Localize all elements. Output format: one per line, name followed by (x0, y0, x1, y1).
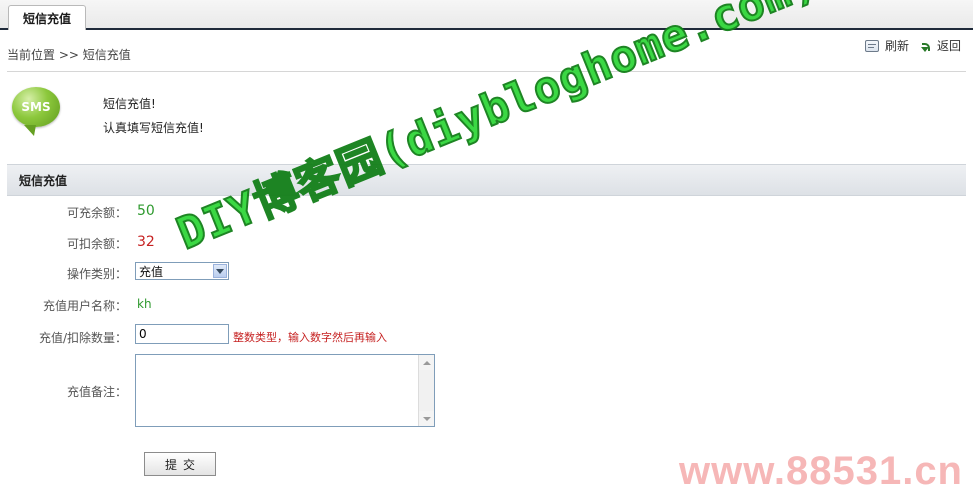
deductible-value: 32 (137, 234, 155, 250)
scroll-down-icon[interactable] (419, 411, 434, 426)
chevron-down-icon[interactable] (213, 264, 227, 278)
remark-textarea[interactable] (135, 354, 435, 427)
remark-scrollbar[interactable] (418, 355, 434, 426)
operation-selected-value: 充值 (139, 264, 164, 279)
operation-label: 操作类别： (66, 267, 127, 281)
breadcrumb: 当前位置 >> 短信充值 (7, 48, 131, 62)
watermark-bottom: www.88531.cn (679, 449, 963, 493)
section-title: 短信充值 (19, 173, 68, 188)
deductible-label: 可扣余额： (66, 237, 127, 251)
tab-sms-recharge[interactable]: 短信充值 (8, 5, 86, 30)
quantity-label: 充值/扣除数量： (38, 331, 127, 345)
page-actions: 刷新 返回 (864, 37, 961, 54)
back-icon (920, 41, 931, 52)
rechargeable-value: 50 (137, 203, 155, 219)
section-header: 短信充值 (7, 164, 966, 196)
top-tab-strip: 短信充值 (0, 0, 973, 30)
refresh-icon (864, 39, 879, 52)
watermark-main: DIY博客园(diybloghome.com) (169, 0, 825, 261)
intro-description: 认真填写短信充值! (103, 121, 204, 135)
back-button[interactable]: 返回 (920, 37, 961, 54)
quantity-input[interactable] (135, 324, 229, 344)
intro-title: 短信充值! (103, 97, 156, 111)
refresh-label: 刷新 (884, 39, 909, 53)
quantity-hint: 整数类型，输入数字然后再输入 (233, 331, 387, 344)
submit-button[interactable]: 提交 (144, 452, 216, 476)
rechargeable-label: 可充余额： (66, 206, 127, 220)
sms-icon: SMS (12, 87, 60, 127)
user-label: 充值用户名称： (42, 299, 127, 313)
remark-label: 充值备注： (66, 385, 127, 399)
user-value: kh (137, 297, 152, 311)
operation-select[interactable]: 充值 (135, 262, 229, 280)
refresh-button[interactable]: 刷新 (864, 37, 909, 54)
scroll-up-icon[interactable] (419, 355, 434, 370)
back-label: 返回 (936, 39, 961, 53)
